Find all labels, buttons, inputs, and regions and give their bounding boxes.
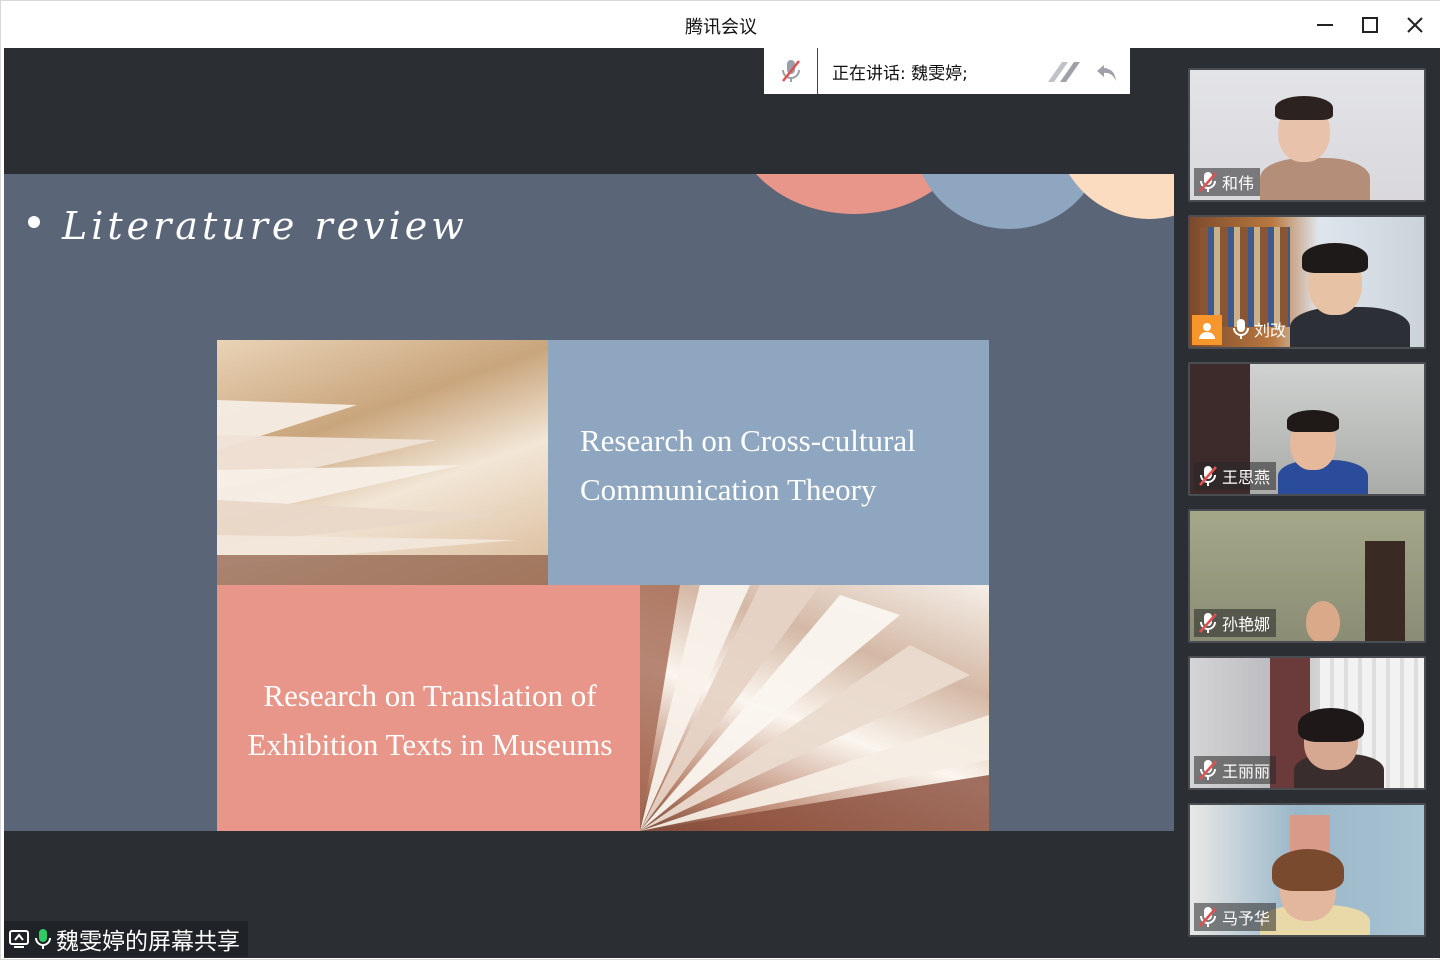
cross-cultural-panel: Research on Cross-cultural Communication… xyxy=(548,340,989,585)
mic-icon xyxy=(35,929,51,949)
participant-name: 王丽丽 xyxy=(1222,762,1271,781)
screen-share-tag[interactable]: 魏雯婷的屏幕共享 xyxy=(4,921,248,957)
annotation-tools xyxy=(1046,58,1120,86)
participant-name-tag: 王思燕 xyxy=(1194,462,1277,490)
mic-muted-icon xyxy=(1199,613,1217,633)
translation-text: Research on Translation of Exhibition Te… xyxy=(247,678,613,762)
mic-muted-icon xyxy=(1199,466,1217,486)
participant-tile[interactable]: 马予华 xyxy=(1188,803,1426,937)
participant-name: 和伟 xyxy=(1222,174,1255,193)
book-image-top xyxy=(217,340,548,585)
participant-name: 王思燕 xyxy=(1222,468,1271,487)
participant-name-tag: 刘改 xyxy=(1228,315,1292,343)
mic-muted-icon xyxy=(1199,172,1217,192)
mic-muted-icon xyxy=(781,60,800,82)
participant-tile[interactable]: 王丽丽 xyxy=(1188,656,1426,790)
participant-tile[interactable]: 和伟 xyxy=(1188,68,1426,202)
presentation-slide: Literature review Research on Cross-cult… xyxy=(4,174,1174,831)
shared-screen-stage: 正在讲话: 魏雯婷; Literature review Research on… xyxy=(4,48,1174,958)
fanned-pages-image xyxy=(640,585,989,831)
participant-name: 刘改 xyxy=(1254,321,1287,340)
speaker-mic-button[interactable] xyxy=(764,48,818,94)
participant-tile[interactable]: 王思燕 xyxy=(1188,362,1426,496)
participant-name-tag: 孙艳娜 xyxy=(1194,609,1277,637)
mic-icon xyxy=(1233,319,1249,339)
mic-muted-icon xyxy=(1199,907,1217,927)
translation-panel: Research on Translation of Exhibition Te… xyxy=(217,585,640,831)
bullet-icon xyxy=(28,215,40,228)
doorway xyxy=(1365,541,1405,641)
participant-sidebar[interactable]: 和伟 刘改 王思燕 孙艳娜 王丽丽 马予华 xyxy=(1174,48,1440,958)
participant-name-tag: 王丽丽 xyxy=(1194,756,1277,784)
speaking-indicator: 正在讲话: 魏雯婷; xyxy=(832,63,968,84)
user-avatar-icon xyxy=(1192,315,1222,345)
undo-icon[interactable] xyxy=(1094,59,1120,85)
close-button[interactable] xyxy=(1397,9,1433,41)
meeting-window: 腾讯会议 正在讲话: 魏雯婷; Literature review Resear… xyxy=(0,0,1440,960)
pen-tool-icon[interactable] xyxy=(1046,58,1090,86)
participant-tile[interactable]: 孙艳娜 xyxy=(1188,509,1426,643)
screen-share-icon xyxy=(9,930,29,948)
minimize-icon xyxy=(1317,24,1333,26)
book-image-bottom xyxy=(640,585,989,831)
participant-name-tag: 和伟 xyxy=(1194,168,1261,196)
cross-cultural-text: Research on Cross-cultural Communication… xyxy=(580,423,916,507)
participant-name: 马予华 xyxy=(1222,909,1271,928)
participant-tile[interactable]: 刘改 xyxy=(1188,215,1426,349)
minimize-button[interactable] xyxy=(1307,9,1343,41)
window-title: 腾讯会议 xyxy=(685,17,757,38)
title-bar[interactable]: 腾讯会议 xyxy=(1,1,1440,48)
bookshelf-background xyxy=(1200,227,1290,327)
open-book-image xyxy=(217,400,548,585)
participant-video xyxy=(1260,158,1370,200)
screen-share-label: 魏雯婷的屏幕共享 xyxy=(56,929,240,955)
close-icon xyxy=(1407,17,1423,33)
maximize-icon xyxy=(1362,17,1378,33)
maximize-button[interactable] xyxy=(1352,9,1388,41)
participant-name-tag: 马予华 xyxy=(1194,903,1277,931)
participant-name: 孙艳娜 xyxy=(1222,615,1271,634)
mic-muted-icon xyxy=(1199,760,1217,780)
slide-title: Literature review xyxy=(28,204,468,248)
speaker-bar: 正在讲话: 魏雯婷; xyxy=(764,48,1130,94)
